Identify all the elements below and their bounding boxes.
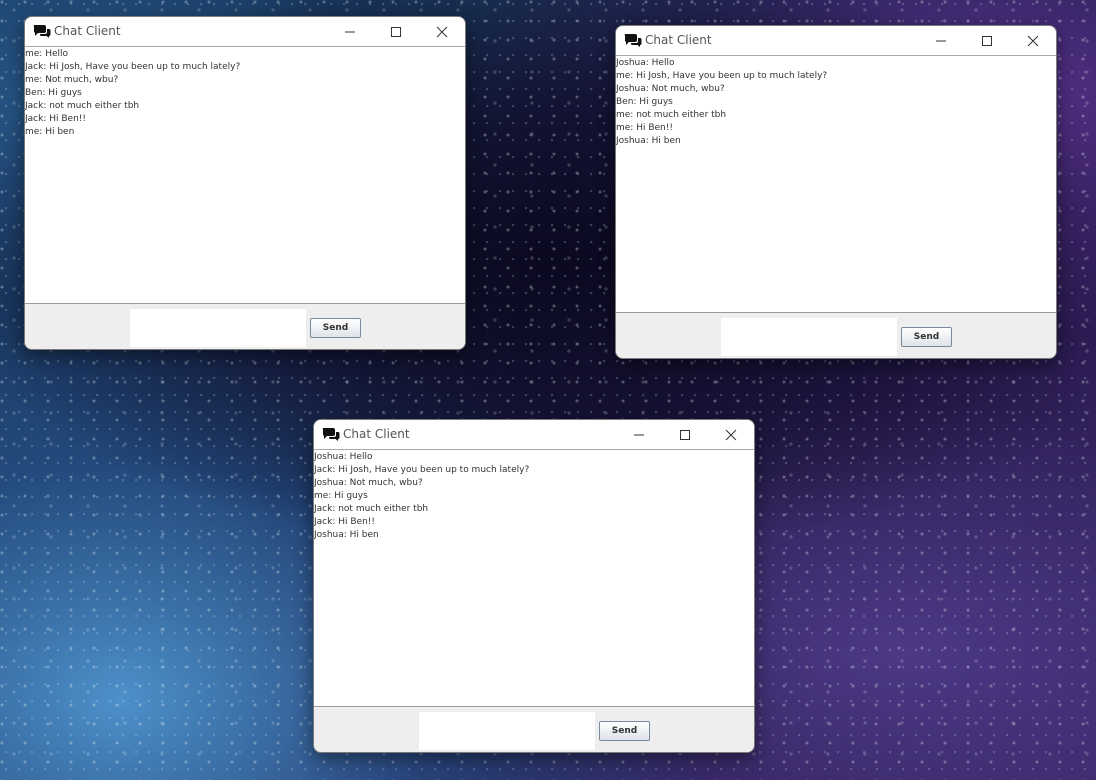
title-bar[interactable]: Chat Client (314, 420, 754, 449)
chat-message: Joshua: Hi ben (314, 530, 379, 540)
minimize-icon (634, 434, 644, 435)
chat-message: Joshua: Hello (616, 58, 675, 68)
chat-message: Jack: not much either tbh (25, 101, 140, 111)
chat-bubbles-icon (33, 25, 51, 38)
chat-message: me: Not much, wbu? (25, 75, 119, 85)
maximize-button[interactable] (964, 26, 1010, 55)
input-bar: Send (25, 303, 465, 349)
chat-message: me: Hi guys (314, 491, 368, 501)
chat-message: Joshua: Not much, wbu? (616, 84, 725, 94)
chat-message: Joshua: Not much, wbu? (314, 478, 423, 488)
title-bar[interactable]: Chat Client (616, 26, 1056, 55)
message-input[interactable] (419, 712, 595, 750)
close-button[interactable] (708, 420, 754, 449)
window-title: Chat Client (645, 33, 712, 47)
minimize-button[interactable] (918, 26, 964, 55)
window-title: Chat Client (343, 427, 410, 441)
chat-window-2: Chat Client Joshua: Hello me: Hi Josh, H… (615, 25, 1057, 359)
minimize-button[interactable] (327, 17, 373, 46)
chat-history[interactable]: Joshua: Hello Jack: Hi Josh, Have you be… (314, 450, 754, 706)
chat-bubbles-icon (624, 34, 642, 47)
chat-message: Jack: Hi Josh, Have you been up to much … (25, 62, 241, 72)
chat-message: me: Hi Josh, Have you been up to much la… (616, 71, 828, 81)
close-icon (1027, 35, 1039, 46)
chat-window-3: Chat Client Joshua: Hello Jack: Hi Josh,… (313, 419, 755, 753)
chat-bubbles-icon (322, 428, 340, 441)
chat-message: me: Hi Ben!! (616, 123, 673, 133)
maximize-icon (680, 429, 690, 440)
close-button[interactable] (419, 17, 465, 46)
close-icon (725, 429, 737, 440)
maximize-button[interactable] (662, 420, 708, 449)
chat-history[interactable]: me: Hello Jack: Hi Josh, Have you been u… (25, 47, 465, 303)
chat-message: Joshua: Hello (314, 452, 373, 462)
message-input[interactable] (130, 309, 306, 347)
input-bar: Send (616, 312, 1056, 358)
send-button[interactable]: Send (599, 721, 650, 741)
chat-message: me: Hi ben (25, 127, 75, 137)
chat-message: me: Hello (25, 49, 69, 59)
chat-message: Joshua: Hi ben (616, 136, 681, 146)
chat-message: me: not much either tbh (616, 110, 727, 120)
close-button[interactable] (1010, 26, 1056, 55)
chat-message: Jack: Hi Ben!! (314, 517, 375, 527)
minimize-icon (936, 40, 946, 41)
send-button[interactable]: Send (901, 327, 952, 347)
input-bar: Send (314, 706, 754, 752)
chat-window-1: Chat Client me: Hello Jack: Hi Josh, Hav… (24, 16, 466, 350)
window-title: Chat Client (54, 24, 121, 38)
maximize-icon (982, 35, 992, 46)
close-icon (436, 26, 448, 37)
chat-message: Jack: not much either tbh (314, 504, 429, 514)
chat-message: Jack: Hi Josh, Have you been up to much … (314, 465, 530, 475)
message-input[interactable] (721, 318, 897, 356)
title-bar[interactable]: Chat Client (25, 17, 465, 46)
chat-message: Jack: Hi Ben!! (25, 114, 86, 124)
minimize-icon (345, 31, 355, 32)
chat-message: Ben: Hi guys (616, 97, 673, 107)
chat-message: Ben: Hi guys (25, 88, 82, 98)
maximize-icon (391, 26, 401, 37)
minimize-button[interactable] (616, 420, 662, 449)
chat-history[interactable]: Joshua: Hello me: Hi Josh, Have you been… (616, 56, 1056, 312)
maximize-button[interactable] (373, 17, 419, 46)
send-button[interactable]: Send (310, 318, 361, 338)
